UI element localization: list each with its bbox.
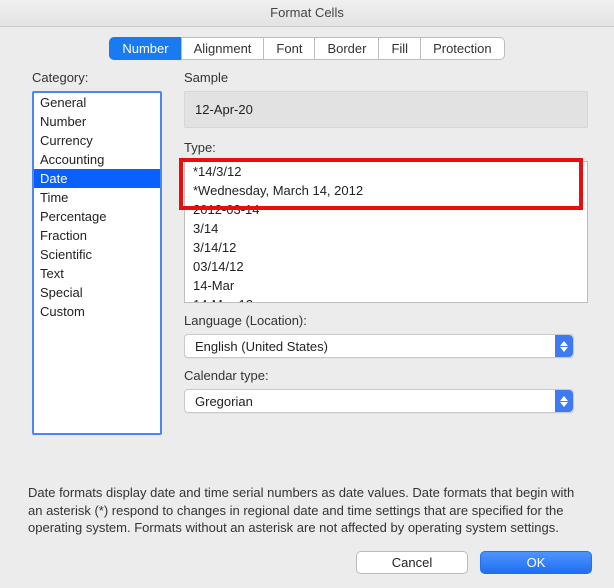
type-item[interactable]: 3/14/12: [185, 238, 587, 257]
tab-protection[interactable]: Protection: [420, 37, 505, 60]
category-item-number[interactable]: Number: [34, 112, 160, 131]
footer-description: Date formats display date and time seria…: [0, 484, 614, 545]
category-item-special[interactable]: Special: [34, 283, 160, 302]
type-item[interactable]: 14-Mar-12: [185, 295, 587, 303]
calendar-select[interactable]: Gregorian: [184, 389, 574, 413]
type-item[interactable]: 3/14: [185, 219, 587, 238]
type-label: Type:: [184, 140, 588, 155]
type-item[interactable]: 2012-03-14: [185, 200, 587, 219]
type-item[interactable]: 14-Mar: [185, 276, 587, 295]
dialog-title: Format Cells: [0, 0, 614, 27]
language-value: English (United States): [195, 339, 328, 354]
category-label: Category:: [32, 70, 162, 85]
category-item-time[interactable]: Time: [34, 188, 160, 207]
ok-button[interactable]: OK: [480, 551, 592, 574]
tab-alignment[interactable]: Alignment: [181, 37, 264, 60]
calendar-label: Calendar type:: [184, 368, 588, 383]
tab-number[interactable]: Number: [109, 37, 180, 60]
category-item-fraction[interactable]: Fraction: [34, 226, 160, 245]
chevron-updown-icon: [555, 390, 573, 412]
cancel-button[interactable]: Cancel: [356, 551, 468, 574]
tab-fill[interactable]: Fill: [378, 37, 420, 60]
category-item-custom[interactable]: Custom: [34, 302, 160, 321]
category-item-text[interactable]: Text: [34, 264, 160, 283]
type-list[interactable]: *14/3/12 *Wednesday, March 14, 2012 2012…: [184, 161, 588, 303]
sample-value: 12-Apr-20: [184, 91, 588, 128]
type-item[interactable]: *Wednesday, March 14, 2012: [185, 181, 587, 200]
tab-border[interactable]: Border: [314, 37, 378, 60]
category-item-currency[interactable]: Currency: [34, 131, 160, 150]
tab-bar: Number Alignment Font Border Fill Protec…: [0, 37, 614, 60]
category-item-percentage[interactable]: Percentage: [34, 207, 160, 226]
category-item-scientific[interactable]: Scientific: [34, 245, 160, 264]
tab-font[interactable]: Font: [263, 37, 314, 60]
category-item-accounting[interactable]: Accounting: [34, 150, 160, 169]
dialog-buttons: Cancel OK: [0, 545, 614, 588]
language-label: Language (Location):: [184, 313, 588, 328]
format-cells-dialog: Format Cells Number Alignment Font Borde…: [0, 0, 614, 588]
type-item[interactable]: 03/14/12: [185, 257, 587, 276]
language-select[interactable]: English (United States): [184, 334, 574, 358]
category-item-general[interactable]: General: [34, 93, 160, 112]
calendar-value: Gregorian: [195, 394, 253, 409]
category-item-date[interactable]: Date: [34, 169, 160, 188]
sample-label: Sample: [184, 70, 588, 85]
type-item[interactable]: *14/3/12: [185, 162, 587, 181]
chevron-updown-icon: [555, 335, 573, 357]
category-list[interactable]: General Number Currency Accounting Date …: [32, 91, 162, 435]
